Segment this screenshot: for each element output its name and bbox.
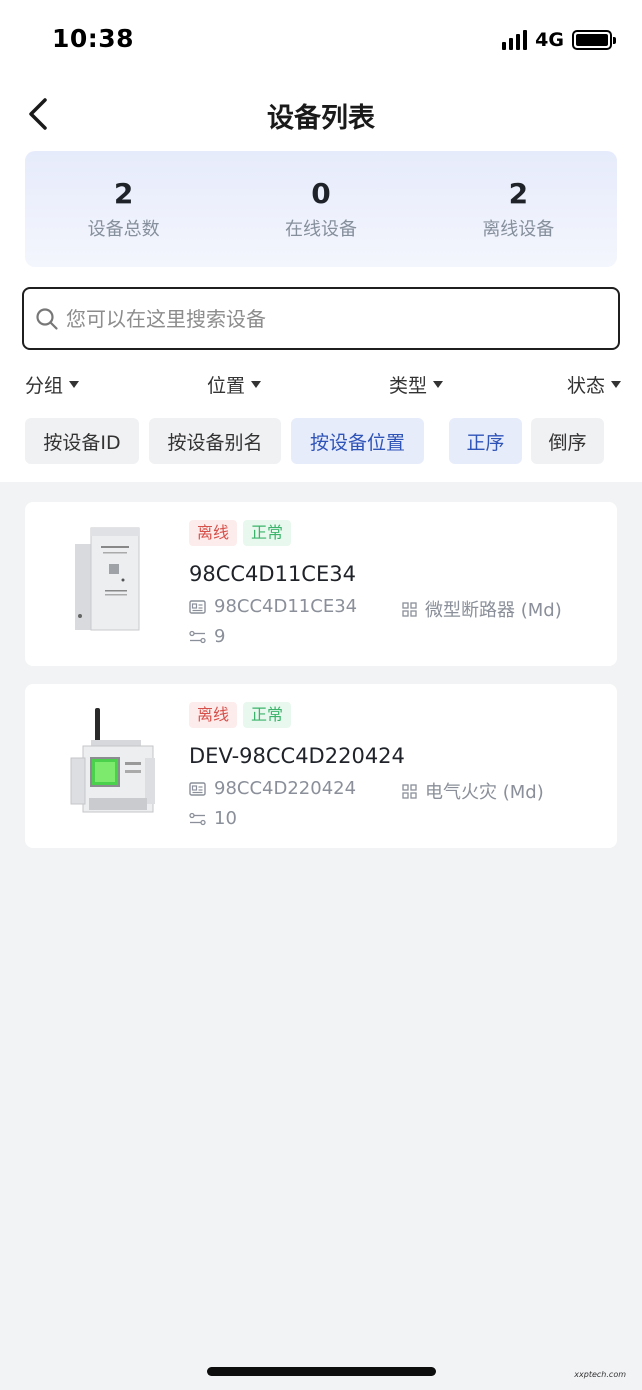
stats-card: 2 设备总数 0 在线设备 2 离线设备 (25, 151, 617, 267)
connection-icon (189, 812, 206, 825)
device-type: 电气火灾 (Md) (425, 782, 544, 803)
grid-icon (402, 601, 417, 617)
network-type: 4G (535, 29, 564, 51)
sort-by-id-chip[interactable]: 按设备ID (25, 418, 139, 464)
signal-icon (502, 30, 528, 50)
device-id-row: 98CC4D220424 (189, 778, 356, 799)
filter-label: 状态 (567, 375, 606, 397)
device-type-row: 微型断路器 (Md) (402, 596, 562, 622)
status-badge: 离线 (189, 520, 238, 546)
connection-icon (189, 630, 206, 643)
device-id: 98CC4D11CE34 (214, 596, 358, 617)
sort-by-alias-chip[interactable]: 按设备别名 (149, 418, 281, 464)
filter-group[interactable]: 分组 (25, 371, 80, 398)
stat-label: 设备总数 (87, 219, 160, 240)
device-type-row: 电气火灾 (Md) (402, 778, 544, 804)
filter-location[interactable]: 位置 (207, 371, 262, 398)
electrical-fire-detector-image (70, 708, 155, 813)
device-tags: 离线 正常 (189, 520, 292, 546)
health-badge: 正常 (243, 702, 292, 728)
grid-icon (402, 783, 417, 799)
caret-down-icon (433, 381, 444, 388)
home-indicator[interactable] (207, 1367, 436, 1376)
battery-icon (572, 30, 616, 50)
device-name: 98CC4D11CE34 (189, 562, 356, 586)
order-asc-chip[interactable]: 正序 (449, 418, 522, 464)
stat-online: 0 在线设备 (222, 151, 419, 267)
caret-down-icon (69, 381, 80, 388)
circuit-breaker-image (75, 527, 140, 631)
health-badge: 正常 (243, 520, 292, 546)
stat-value: 2 (113, 177, 134, 210)
filter-status[interactable]: 状态 (567, 371, 622, 398)
search-box[interactable] (22, 287, 620, 350)
filter-label: 分组 (25, 375, 64, 397)
device-type: 微型断路器 (Md) (425, 600, 562, 621)
caret-down-icon (611, 381, 622, 388)
caret-down-icon (251, 381, 262, 388)
filter-label: 类型 (389, 375, 428, 397)
watermark: xxptech.com (574, 1370, 626, 1379)
search-icon (36, 307, 58, 330)
device-count-row: 9 (189, 626, 225, 647)
device-card[interactable]: 离线 正常 DEV-98CC4D220424 98CC4D220424 电气火灾… (25, 684, 617, 848)
status-indicators: 4G (502, 29, 616, 51)
status-time: 10:38 (52, 24, 135, 53)
stat-label: 离线设备 (482, 219, 555, 240)
stat-value: 0 (311, 177, 331, 210)
order-desc-chip[interactable]: 倒序 (531, 418, 604, 464)
device-count: 9 (214, 626, 226, 647)
device-count: 10 (214, 808, 237, 829)
stat-label: 在线设备 (284, 219, 357, 240)
sort-by-location-chip[interactable]: 按设备位置 (291, 418, 424, 464)
filter-type[interactable]: 类型 (389, 371, 444, 398)
device-id-row: 98CC4D11CE34 (189, 596, 357, 617)
filter-label: 位置 (207, 375, 246, 397)
stat-value: 2 (508, 177, 529, 210)
page-title: 设备列表 (267, 103, 375, 134)
stat-total: 2 设备总数 (25, 151, 222, 267)
status-badge: 离线 (189, 702, 238, 728)
device-id: 98CC4D220424 (214, 778, 357, 799)
id-card-icon (189, 781, 206, 796)
device-tags: 离线 正常 (189, 702, 292, 728)
device-card[interactable]: 离线 正常 98CC4D11CE34 98CC4D11CE34 微型断路器 (M… (25, 502, 617, 666)
stat-offline: 2 离线设备 (420, 151, 617, 267)
filter-bar: 分组 位置 类型 状态 (0, 371, 642, 401)
id-card-icon (189, 599, 206, 614)
search-input[interactable] (66, 306, 586, 331)
device-count-row: 10 (189, 808, 237, 829)
device-name: DEV-98CC4D220424 (189, 744, 405, 768)
